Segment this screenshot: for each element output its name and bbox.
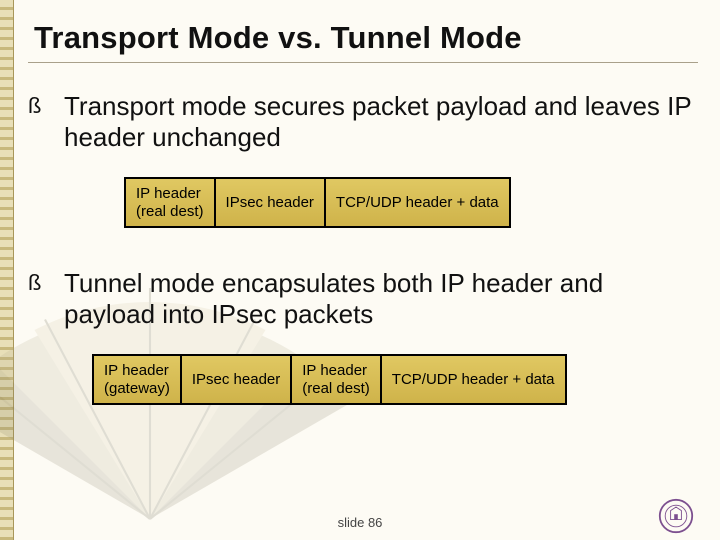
bullet-2: ß Tunnel mode encapsulates both IP heade…: [28, 268, 698, 330]
tunnel-mode-diagram: IP header (gateway) IPsec header IP head…: [92, 354, 698, 405]
transport-mode-diagram: IP header (real dest) IPsec header TCP/U…: [124, 177, 698, 228]
cell-line: (real dest): [136, 203, 204, 220]
cell-line: (gateway): [104, 380, 170, 397]
slide-title: Transport Mode vs. Tunnel Mode: [34, 20, 698, 56]
transport-cell-ip-header: IP header (real dest): [124, 177, 216, 228]
cell-line: IP header: [136, 185, 204, 202]
bullet-1-text: Transport mode secures packet payload an…: [64, 91, 698, 153]
bullet-icon: ß: [28, 272, 48, 330]
cell-line: IPsec header: [226, 194, 314, 211]
university-seal-icon: [658, 498, 694, 534]
bullet-icon: ß: [28, 95, 48, 153]
cell-line: IPsec header: [192, 371, 280, 388]
cell-line: IP header: [302, 362, 370, 379]
slide-content: Transport Mode vs. Tunnel Mode ß Transpo…: [0, 0, 720, 405]
bullet-1: ß Transport mode secures packet payload …: [28, 91, 698, 153]
slide-number: slide 86: [0, 515, 720, 530]
transport-cell-payload: TCP/UDP header + data: [326, 177, 511, 228]
transport-cell-ipsec-header: IPsec header: [216, 177, 326, 228]
cell-line: TCP/UDP header + data: [392, 371, 555, 388]
tunnel-cell-payload: TCP/UDP header + data: [382, 354, 567, 405]
cell-line: (real dest): [302, 380, 370, 397]
cell-line: TCP/UDP header + data: [336, 194, 499, 211]
title-rule: [28, 62, 698, 63]
bullet-2-text: Tunnel mode encapsulates both IP header …: [64, 268, 698, 330]
cell-line: IP header: [104, 362, 170, 379]
tunnel-cell-inner-ip-header: IP header (real dest): [292, 354, 382, 405]
tunnel-cell-ipsec-header: IPsec header: [182, 354, 292, 405]
tunnel-cell-outer-ip-header: IP header (gateway): [92, 354, 182, 405]
